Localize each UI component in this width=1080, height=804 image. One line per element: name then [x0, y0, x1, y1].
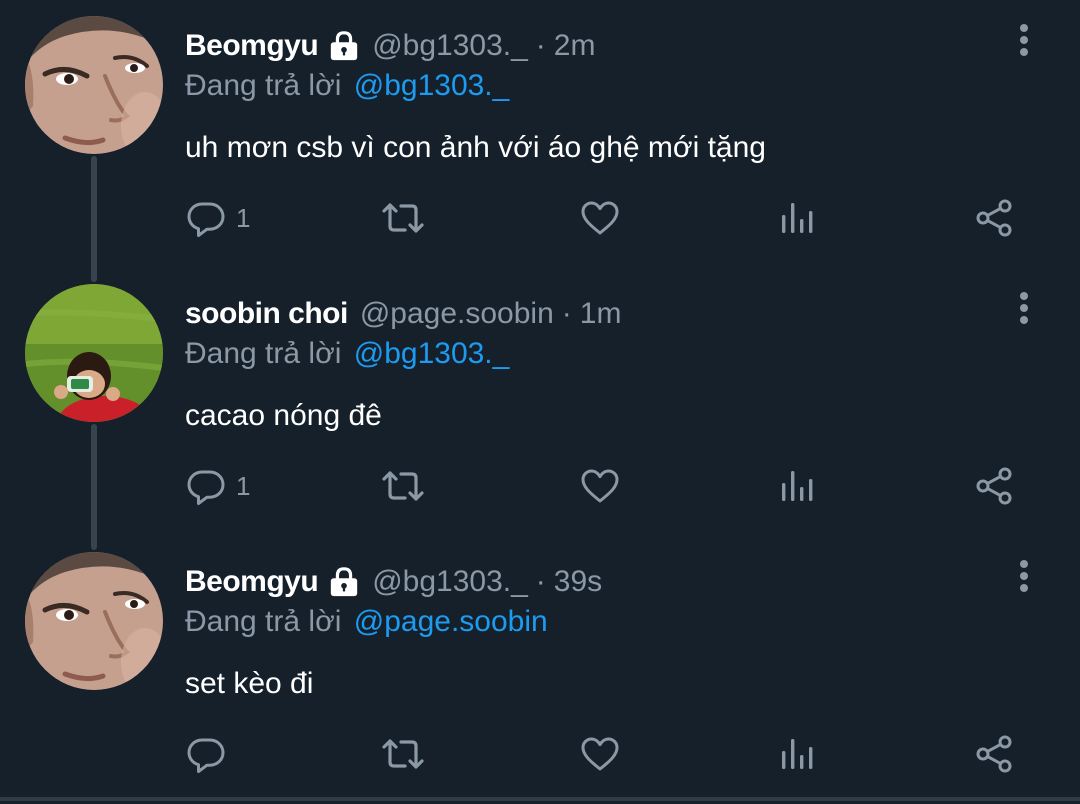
- lock-icon: [328, 566, 360, 598]
- avatar-image: [25, 16, 163, 154]
- tweet-text: set kèo đi: [185, 667, 314, 700]
- tweet[interactable]: soobin choi @page.soobin · 1m Đang trả l…: [0, 268, 1080, 550]
- timestamp[interactable]: 39s: [554, 562, 602, 602]
- action-bar: 1: [0, 183, 1080, 253]
- like-icon: [580, 198, 620, 238]
- display-name[interactable]: Beomgyu: [185, 562, 319, 602]
- more-icon: [1012, 558, 1036, 594]
- retweet-icon: [381, 198, 425, 238]
- more-options-button[interactable]: [1012, 22, 1036, 58]
- tweet-text: uh mơn csb vì con ảnh với áo ghệ mới tặn…: [185, 131, 766, 164]
- analytics-icon: [778, 466, 818, 506]
- separator-dot: ·: [535, 29, 546, 62]
- mention-link[interactable]: @bg1303._: [354, 337, 510, 370]
- mention-link[interactable]: @bg1303._: [354, 69, 510, 102]
- timestamp[interactable]: 2m: [554, 26, 596, 66]
- analytics-icon: [778, 198, 818, 238]
- avatar[interactable]: [25, 284, 163, 422]
- retweet-button[interactable]: [381, 719, 425, 789]
- more-options-button[interactable]: [1012, 558, 1036, 594]
- username-handle[interactable]: @page.soobin: [360, 294, 554, 334]
- reply-button[interactable]: 1: [186, 183, 250, 253]
- replying-to-label: Đang trả lời: [185, 69, 342, 102]
- tweet-header: Beomgyu @bg1303._ · 39s: [185, 562, 1000, 602]
- analytics-button[interactable]: [778, 719, 818, 789]
- replying-to-label: Đang trả lời: [185, 337, 342, 370]
- retweet-button[interactable]: [381, 451, 425, 521]
- tweet[interactable]: Beomgyu @bg1303._ · 2m Đang trả lời @bg1…: [0, 0, 1080, 282]
- username-handle[interactable]: @bg1303._: [372, 26, 528, 66]
- more-icon: [1012, 22, 1036, 58]
- reply-button[interactable]: 1: [186, 451, 250, 521]
- reply-button[interactable]: [186, 719, 236, 789]
- reply-count: 1: [236, 202, 251, 233]
- like-icon: [580, 734, 620, 774]
- share-button[interactable]: [974, 451, 1014, 521]
- like-button[interactable]: [580, 451, 620, 521]
- reply-thread: Beomgyu @bg1303._ · 2m Đang trả lời @bg1…: [0, 0, 1080, 801]
- reply-icon: [186, 734, 226, 774]
- tweet-header: soobin choi @page.soobin · 1m: [185, 294, 1000, 334]
- retweet-icon: [381, 734, 425, 774]
- tweet[interactable]: Beomgyu @bg1303._ · 39s Đang trả lời @pa…: [0, 536, 1080, 804]
- action-bar: [0, 719, 1080, 789]
- timestamp[interactable]: 1m: [580, 294, 622, 334]
- like-button[interactable]: [580, 183, 620, 253]
- share-button[interactable]: [974, 719, 1014, 789]
- share-icon: [974, 198, 1014, 238]
- divider: [0, 797, 1080, 801]
- like-button[interactable]: [580, 719, 620, 789]
- mention-link[interactable]: @page.soobin: [354, 605, 548, 638]
- separator-dot: ·: [535, 565, 546, 598]
- avatar[interactable]: [25, 16, 163, 154]
- share-icon: [974, 466, 1014, 506]
- display-name[interactable]: Beomgyu: [185, 26, 319, 66]
- more-options-button[interactable]: [1012, 290, 1036, 326]
- share-icon: [974, 734, 1014, 774]
- analytics-button[interactable]: [778, 451, 818, 521]
- reply-count: 1: [236, 470, 251, 501]
- separator-dot: ·: [561, 297, 572, 330]
- tweet-header: Beomgyu @bg1303._ · 2m: [185, 26, 1000, 66]
- reply-icon: [186, 198, 226, 238]
- share-button[interactable]: [974, 183, 1014, 253]
- display-name[interactable]: soobin choi: [185, 294, 348, 334]
- replying-to-label: Đang trả lời: [185, 605, 342, 638]
- more-icon: [1012, 290, 1036, 326]
- replying-to: Đang trả lời @page.soobin: [185, 602, 548, 642]
- avatar-image: [25, 552, 163, 690]
- analytics-icon: [778, 734, 818, 774]
- tweet-text: cacao nóng đê: [185, 399, 382, 432]
- retweet-icon: [381, 466, 425, 506]
- replying-to: Đang trả lời @bg1303._: [185, 66, 509, 106]
- avatar[interactable]: [25, 552, 163, 690]
- reply-icon: [186, 466, 226, 506]
- replying-to: Đang trả lời @bg1303._: [185, 334, 509, 374]
- retweet-button[interactable]: [381, 183, 425, 253]
- avatar-image: [25, 284, 163, 422]
- analytics-button[interactable]: [778, 183, 818, 253]
- action-bar: 1: [0, 451, 1080, 521]
- lock-icon: [328, 30, 360, 62]
- like-icon: [580, 466, 620, 506]
- username-handle[interactable]: @bg1303._: [372, 562, 528, 602]
